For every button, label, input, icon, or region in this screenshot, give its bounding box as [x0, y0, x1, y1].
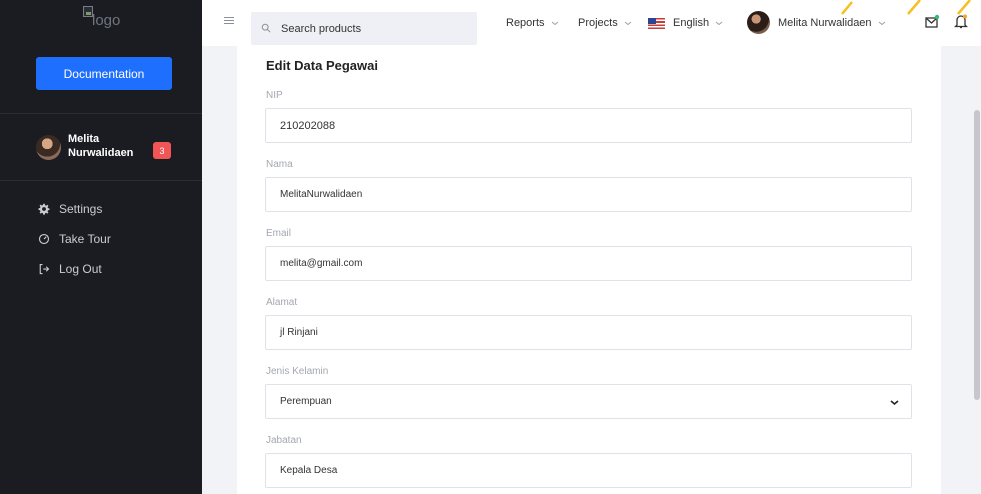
field-label-nip: NIP	[266, 90, 283, 101]
gauge-icon	[37, 232, 51, 246]
chevron-down-icon	[890, 400, 899, 406]
edit-pegawai-form: Edit Data Pegawai NIP 210202088 Nama Mel…	[237, 46, 941, 494]
page-scrollbar[interactable]	[974, 110, 980, 400]
language-selector[interactable]: English	[648, 15, 723, 31]
avatar	[36, 135, 61, 160]
bell-icon[interactable]	[954, 14, 968, 29]
nama-field[interactable]: MelitaNurwalidaen	[265, 177, 912, 212]
chevron-down-icon	[715, 21, 723, 26]
jenis-kelamin-select[interactable]: Perempuan	[265, 384, 912, 419]
logo[interactable]: logo	[83, 6, 143, 36]
chevron-down-icon	[878, 21, 885, 26]
alamat-field[interactable]: jl Rinjani	[265, 315, 912, 350]
sidebar-item-label: Take Tour	[59, 232, 111, 246]
sidebar-divider	[0, 180, 202, 181]
field-label-nama: Nama	[266, 159, 293, 170]
email-field[interactable]: melita@gmail.com	[265, 246, 912, 281]
user-menu-name: Melita Nurwalidaen	[778, 17, 872, 29]
field-label-alamat: Alamat	[266, 297, 298, 308]
logo-alt-text: logo	[92, 12, 121, 29]
reports-menu-label: Reports	[506, 17, 545, 29]
search-icon	[261, 23, 271, 33]
jabatan-field[interactable]: Kepala Desa	[265, 453, 912, 488]
chevron-down-icon	[551, 21, 558, 26]
language-label: English	[673, 17, 710, 29]
gear-icon	[37, 202, 51, 216]
field-label-jabatan: Jabatan	[266, 435, 302, 446]
sidebar-item-take-tour[interactable]: Take Tour	[37, 229, 111, 249]
documentation-button[interactable]: Documentation	[36, 57, 172, 90]
avatar[interactable]	[747, 11, 770, 34]
sidebar-user-name: Melita Nurwalidaen	[68, 133, 134, 159]
field-label-email: Email	[266, 228, 292, 239]
hamburger-menu-icon[interactable]	[224, 17, 234, 27]
projects-menu[interactable]: Projects	[578, 15, 632, 31]
field-label-jenis-kelamin: Jenis Kelamin	[266, 366, 329, 377]
reports-menu[interactable]: Reports	[506, 15, 559, 31]
sidebar-item-label: Log Out	[59, 262, 102, 276]
decorative-stripes	[841, 0, 971, 15]
projects-menu-label: Projects	[578, 17, 618, 29]
sidebar-user[interactable]: Melita Nurwalidaen 3	[36, 130, 176, 170]
nip-field[interactable]: 210202088	[265, 108, 912, 143]
page-title: Edit Data Pegawai	[266, 58, 378, 73]
sidebar-item-label: Settings	[59, 202, 103, 216]
sidebar-item-log-out[interactable]: Log Out	[37, 259, 102, 279]
search-box	[251, 12, 477, 45]
mail-icon[interactable]	[925, 14, 940, 29]
sidebar: logo Documentation Melita Nurwalidaen 3 …	[0, 0, 202, 494]
jenis-kelamin-value: Perempuan	[280, 396, 332, 407]
notification-badge: 3	[153, 142, 171, 159]
chevron-down-icon	[624, 21, 632, 26]
sidebar-divider	[0, 113, 202, 114]
us-flag-icon	[648, 17, 665, 29]
user-menu[interactable]: Melita Nurwalidaen	[778, 15, 886, 31]
logout-icon	[37, 262, 51, 276]
search-input[interactable]	[281, 20, 461, 38]
sidebar-item-settings[interactable]: Settings	[37, 199, 102, 219]
